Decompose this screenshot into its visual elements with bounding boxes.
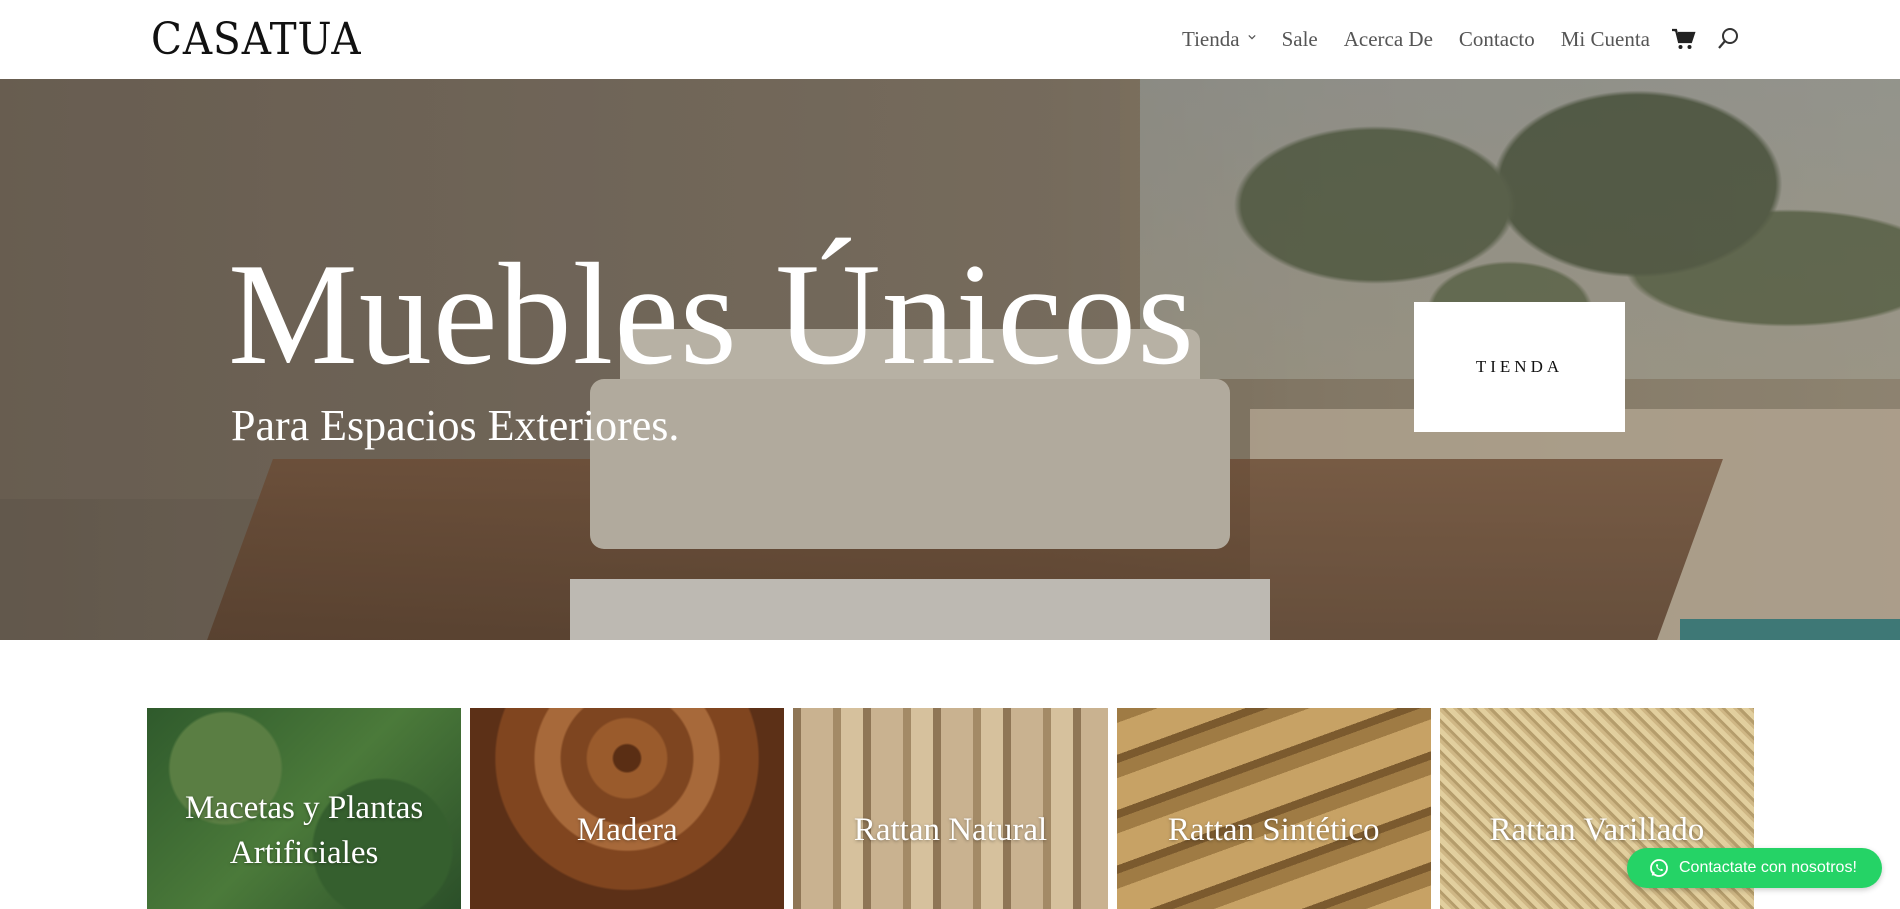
category-grid: Macetas y Plantas Artificiales Madera Ra…	[147, 708, 1755, 909]
nav-item-acerca-de[interactable]: Acerca De	[1344, 27, 1433, 52]
search-icon[interactable]	[1716, 26, 1742, 52]
hero-banner: Muebles Únicos Para Espacios Exteriores.…	[0, 79, 1900, 640]
nav-label: Tienda	[1182, 26, 1240, 51]
category-title: Rattan Varillado	[1489, 812, 1705, 848]
shop-button[interactable]: TIENDA	[1414, 302, 1625, 432]
site-logo[interactable]: CASATUA	[151, 14, 362, 65]
whatsapp-contact-button[interactable]: Contactate con nosotros!	[1627, 848, 1882, 888]
chevron-down-icon	[1247, 34, 1256, 40]
category-title: Rattan Sintético	[1167, 812, 1380, 848]
category-card-rattan-sintetico[interactable]: Rattan Sintético	[1116, 708, 1431, 909]
category-card-rattan-natural[interactable]: Rattan Natural	[793, 708, 1108, 909]
nav-item-tienda[interactable]: Tienda	[1182, 27, 1256, 52]
whatsapp-label: Contactate con nosotros!	[1679, 859, 1857, 876]
category-card-macetas[interactable]: Macetas y Plantas Artificiales	[147, 708, 462, 909]
nav-item-contacto[interactable]: Contacto	[1459, 27, 1535, 52]
whatsapp-icon	[1650, 859, 1668, 877]
main-nav: Tienda Sale Acerca De Contacto Mi Cuenta	[1182, 24, 1742, 54]
hero-subheadline: Para Espacios Exteriores.	[231, 401, 680, 450]
nav-item-sale[interactable]: Sale	[1282, 27, 1318, 52]
cart-icon[interactable]	[1670, 26, 1696, 52]
category-title: Rattan Natural	[853, 812, 1048, 848]
category-card-madera[interactable]: Madera	[470, 708, 785, 909]
site-header: CASATUA Tienda Sale Acerca De Contacto M…	[0, 0, 1900, 79]
nav-item-mi-cuenta[interactable]: Mi Cuenta	[1561, 27, 1650, 52]
category-title: Macetas y Plantas Artificiales	[184, 790, 424, 871]
hero-headline: Muebles Únicos	[228, 233, 1195, 395]
category-title: Madera	[576, 812, 678, 848]
